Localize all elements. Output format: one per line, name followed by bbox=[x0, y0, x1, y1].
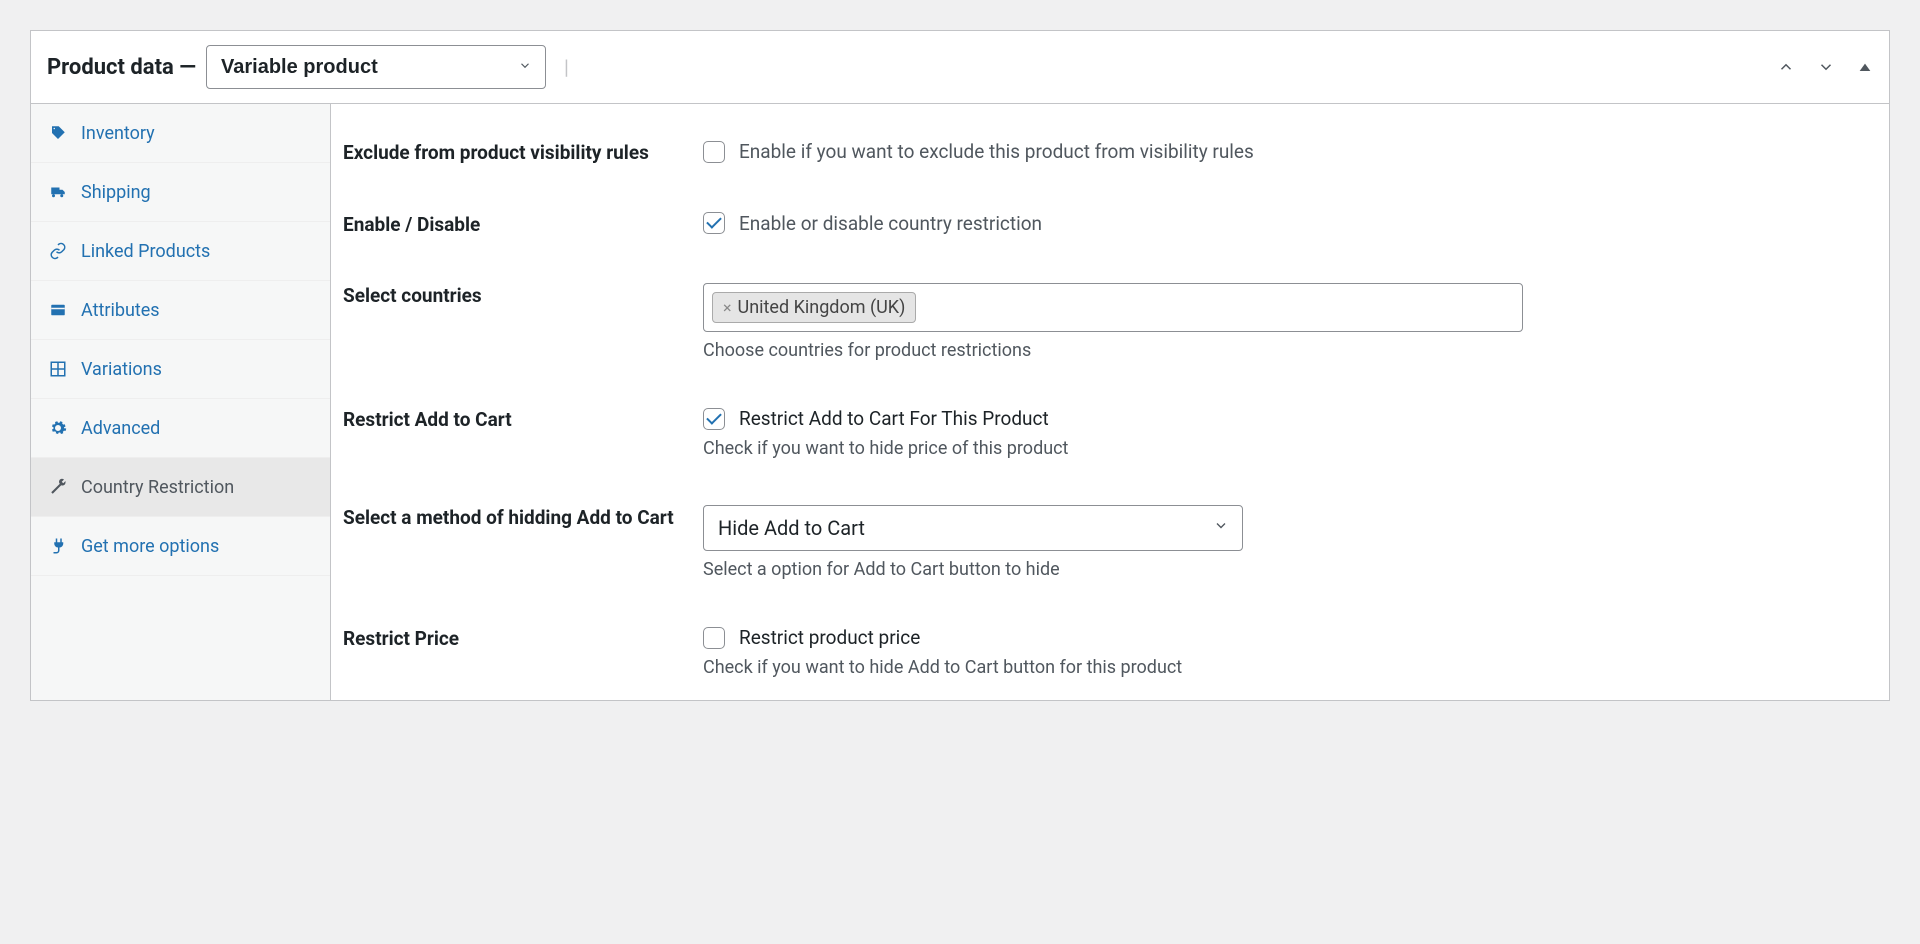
field-label: Restrict Add to Cart bbox=[343, 407, 703, 433]
field-desc: Enable or disable country restriction bbox=[739, 212, 1042, 235]
tab-label: Variations bbox=[81, 359, 162, 380]
field-label: Exclude from product visibility rules bbox=[343, 140, 703, 166]
tab-label: Get more options bbox=[81, 536, 219, 557]
row-restrict-cart: Restrict Add to Cart Restrict Add to Car… bbox=[343, 393, 1877, 491]
field-help: Check if you want to hide Add to Cart bu… bbox=[703, 657, 1877, 678]
restrict-cart-checkbox[interactable] bbox=[703, 408, 725, 430]
product-data-tabs: Inventory Shipping Linked Products Attri… bbox=[31, 104, 331, 700]
row-exclude-visibility: Exclude from product visibility rules En… bbox=[343, 126, 1877, 198]
field-label: Enable / Disable bbox=[343, 212, 703, 238]
plug-icon bbox=[47, 535, 69, 557]
field-help: Select a option for Add to Cart button t… bbox=[703, 559, 1877, 580]
grid-icon bbox=[47, 358, 69, 380]
tab-variations[interactable]: Variations bbox=[31, 340, 330, 399]
tab-content: Exclude from product visibility rules En… bbox=[331, 104, 1889, 700]
field-desc: Restrict Add to Cart For This Product bbox=[739, 407, 1049, 430]
card-icon bbox=[47, 299, 69, 321]
row-select-countries: Select countries × United Kingdom (UK) C… bbox=[343, 269, 1877, 393]
link-icon bbox=[47, 240, 69, 262]
remove-tag-icon[interactable]: × bbox=[723, 298, 732, 317]
country-tag: × United Kingdom (UK) bbox=[712, 292, 916, 323]
hide-method-select[interactable]: Hide Add to Cart bbox=[703, 505, 1243, 551]
field-help: Choose countries for product restriction… bbox=[703, 340, 1877, 361]
truck-icon bbox=[47, 181, 69, 203]
tab-shipping[interactable]: Shipping bbox=[31, 163, 330, 222]
product-type-select[interactable]: Variable product bbox=[206, 45, 546, 89]
tag-icon bbox=[47, 122, 69, 144]
row-enable-disable: Enable / Disable Enable or disable count… bbox=[343, 198, 1877, 270]
tab-label: Linked Products bbox=[81, 241, 210, 262]
move-down-icon[interactable] bbox=[1817, 58, 1835, 76]
product-data-panel: Product data — Variable product | Invent… bbox=[30, 30, 1890, 701]
tab-country-restriction[interactable]: Country Restriction bbox=[31, 458, 330, 517]
row-hide-method: Select a method of hidding Add to Cart H… bbox=[343, 491, 1877, 612]
enable-restriction-checkbox[interactable] bbox=[703, 212, 725, 234]
tab-advanced[interactable]: Advanced bbox=[31, 399, 330, 458]
tab-label: Inventory bbox=[81, 123, 155, 144]
tab-label: Advanced bbox=[81, 418, 160, 439]
field-label: Restrict Price bbox=[343, 626, 703, 652]
restrict-price-checkbox[interactable] bbox=[703, 627, 725, 649]
panel-title: Product data — bbox=[47, 55, 196, 80]
divider: | bbox=[564, 55, 569, 79]
countries-multiselect[interactable]: × United Kingdom (UK) bbox=[703, 283, 1523, 332]
panel-body: Inventory Shipping Linked Products Attri… bbox=[31, 104, 1889, 700]
tab-inventory[interactable]: Inventory bbox=[31, 104, 330, 163]
tab-linked-products[interactable]: Linked Products bbox=[31, 222, 330, 281]
field-help: Check if you want to hide price of this … bbox=[703, 438, 1877, 459]
field-label: Select countries bbox=[343, 283, 703, 309]
wrench-icon bbox=[47, 476, 69, 498]
field-desc: Restrict product price bbox=[739, 626, 920, 649]
tab-label: Country Restriction bbox=[81, 477, 234, 498]
move-up-icon[interactable] bbox=[1777, 58, 1795, 76]
tab-get-more-options[interactable]: Get more options bbox=[31, 517, 330, 576]
collapse-icon[interactable] bbox=[1857, 59, 1873, 75]
field-desc: Enable if you want to exclude this produ… bbox=[739, 140, 1254, 163]
tab-attributes[interactable]: Attributes bbox=[31, 281, 330, 340]
row-restrict-price: Restrict Price Restrict product price Ch… bbox=[343, 612, 1877, 678]
field-label: Select a method of hidding Add to Cart bbox=[343, 505, 703, 531]
tab-label: Attributes bbox=[81, 300, 160, 321]
gear-icon bbox=[47, 417, 69, 439]
exclude-visibility-checkbox[interactable] bbox=[703, 141, 725, 163]
country-tag-label: United Kingdom (UK) bbox=[738, 297, 906, 318]
panel-header: Product data — Variable product | bbox=[31, 31, 1889, 104]
tab-label: Shipping bbox=[81, 182, 151, 203]
